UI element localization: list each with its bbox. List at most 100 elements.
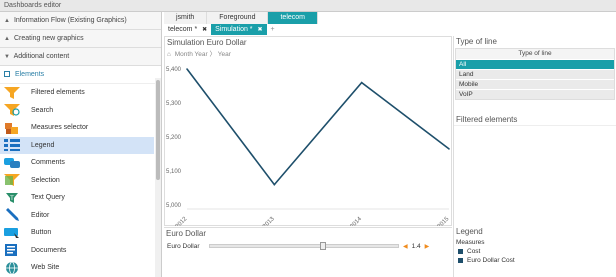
element-label: Text Query — [31, 194, 65, 202]
doc-tab-telecom[interactable]: telecom * ✖ — [164, 24, 211, 35]
search-funnel-icon — [4, 104, 20, 117]
breadcrumb: ⌂ Month Year 〉 Year — [165, 49, 451, 60]
element-label: Button — [31, 229, 52, 237]
type-of-line-item-voip[interactable]: VoIP — [456, 89, 614, 99]
data-point[interactable] — [186, 68, 188, 70]
type-of-line-list: Type of line All Land Mobile VoIP — [455, 48, 615, 100]
chevron-down-icon: ▼ — [4, 54, 10, 60]
breadcrumb-item-month-year[interactable]: Month Year — [175, 51, 208, 58]
legend-title: Legend — [456, 227, 483, 236]
element-label: Selection — [31, 176, 60, 184]
element-filtered-elements[interactable]: Filtered elements — [0, 84, 154, 102]
element-label: Web Site — [31, 264, 60, 272]
type-of-line-header: Type of line — [456, 49, 614, 59]
type-of-line-item-all[interactable]: All — [456, 59, 614, 69]
left-panel: ▲ Information Flow (Existing Graphics) ▲… — [0, 12, 162, 277]
euro-dollar-label: Euro Dollar — [167, 242, 200, 250]
data-point[interactable] — [360, 81, 363, 84]
close-icon[interactable]: ✖ — [257, 27, 262, 33]
euro-dollar-panel: Euro Dollar Euro Dollar ◀ 1.4 ▶ — [164, 227, 452, 277]
accordion-label: Information Flow (Existing Graphics) — [13, 17, 127, 24]
legend-item-label: Euro Dollar Cost — [467, 257, 515, 264]
pencil-icon — [6, 208, 19, 222]
legend-item-cost: Cost — [454, 247, 616, 256]
document-tabs: telecom * ✖ Simulation * ✖ + — [164, 24, 275, 35]
element-label: Filtered elements — [31, 89, 85, 97]
legend-item-euro-dollar-cost: Euro Dollar Cost — [454, 256, 616, 265]
accordion-information-flow[interactable]: ▲ Information Flow (Existing Graphics) — [0, 12, 161, 30]
element-text-query[interactable]: T Text Query — [0, 189, 154, 207]
chevron-up-icon: ▲ — [4, 18, 10, 24]
x-tick-label: 2012 — [175, 216, 189, 226]
x-tick-label: 2015 — [437, 216, 451, 226]
type-of-line-item-mobile[interactable]: Mobile — [456, 79, 614, 89]
workspace-tabs: jsmith Foreground telecom — [164, 12, 318, 24]
add-tab-icon[interactable]: + — [271, 26, 275, 33]
list-icon — [4, 71, 10, 77]
documents-icon — [5, 244, 17, 257]
funnel-icon — [4, 86, 20, 99]
comments-icon — [4, 157, 20, 168]
y-tick-label: 5,200 — [166, 135, 182, 141]
selection-icon — [4, 174, 20, 187]
data-point[interactable] — [273, 183, 276, 186]
element-label: Legend — [31, 141, 55, 149]
accordion-label: Additional content — [13, 53, 70, 60]
elements-header[interactable]: Elements — [0, 66, 161, 84]
text-query-icon: T — [6, 192, 18, 203]
window-titlebar: Dashboards editor — [0, 0, 616, 12]
element-measures-selector[interactable]: Measures selector — [0, 119, 154, 137]
element-comments[interactable]: Comments — [0, 154, 154, 172]
tab-telecom[interactable]: telecom — [268, 12, 318, 24]
element-editor[interactable]: Editor — [0, 207, 154, 225]
doc-tab-label: Simulation * — [215, 26, 253, 33]
type-of-line-title: Type of line — [456, 37, 497, 46]
elements-scrollbar[interactable] — [155, 78, 161, 277]
tab-jsmith[interactable]: jsmith — [164, 12, 208, 24]
filtered-elements-title: Filtered elements — [454, 114, 616, 126]
doc-tab-label: telecom * — [168, 26, 198, 33]
slider-knob[interactable] — [320, 242, 327, 250]
chart-panel-title: Simulation Euro Dollar — [167, 38, 247, 47]
tab-foreground[interactable]: Foreground — [207, 12, 269, 24]
line-chart: 5,000 5,100 5,200 5,300 5,400 2012 2013 2014 201… — [166, 67, 451, 226]
button-icon — [4, 227, 19, 238]
right-panel: Type of line Type of line All Land Mobil… — [453, 36, 616, 277]
element-button[interactable]: Button — [0, 224, 154, 242]
type-of-line-item-land[interactable]: Land — [456, 69, 614, 79]
euro-dollar-slider-row: Euro Dollar ◀ 1.4 ▶ — [164, 240, 452, 252]
element-search[interactable]: Search — [0, 102, 154, 120]
chevron-up-icon: ▲ — [4, 36, 10, 42]
home-icon[interactable]: ⌂ — [167, 51, 171, 58]
element-web-site[interactable]: Web Site — [0, 259, 154, 277]
element-selection[interactable]: Selection — [0, 172, 154, 190]
breadcrumb-item-year[interactable]: Year — [218, 51, 231, 58]
elements-header-label: Elements — [14, 71, 45, 78]
window-title: Dashboards editor — [4, 2, 62, 9]
series-line[interactable] — [186, 68, 450, 186]
close-icon[interactable]: ✖ — [202, 27, 207, 33]
element-label: Comments — [31, 159, 65, 167]
y-tick-label: 5,300 — [166, 101, 182, 107]
element-documents[interactable]: Documents — [0, 242, 154, 260]
elements-list: Filtered elements Search Measures select… — [0, 84, 154, 277]
increment-arrow-icon[interactable]: ▶ — [425, 243, 430, 250]
accordion-creating-new-graphics[interactable]: ▲ Creating new graphics — [0, 30, 161, 48]
decrement-arrow-icon[interactable]: ◀ — [403, 243, 408, 250]
y-tick-label: 5,100 — [166, 169, 182, 175]
euro-dollar-slider[interactable] — [209, 242, 399, 250]
legend-icon — [4, 139, 20, 152]
legend-swatch — [458, 249, 463, 254]
x-tick-label: 2014 — [349, 216, 363, 226]
accordion-additional-content[interactable]: ▼ Additional content — [0, 48, 161, 66]
x-tick-label: 2013 — [262, 216, 276, 226]
euro-dollar-title: Euro Dollar — [166, 229, 207, 238]
globe-icon — [6, 261, 18, 275]
y-tick-label: 5,400 — [166, 67, 182, 73]
element-label: Measures selector — [31, 124, 89, 132]
element-legend[interactable]: Legend — [0, 136, 154, 154]
legend-panel: Legend Measures Cost Euro Dollar Cost — [454, 226, 616, 265]
doc-tab-simulation[interactable]: Simulation * ✖ — [211, 24, 267, 35]
data-point[interactable] — [448, 148, 450, 150]
scrollbar-thumb[interactable] — [156, 80, 160, 180]
